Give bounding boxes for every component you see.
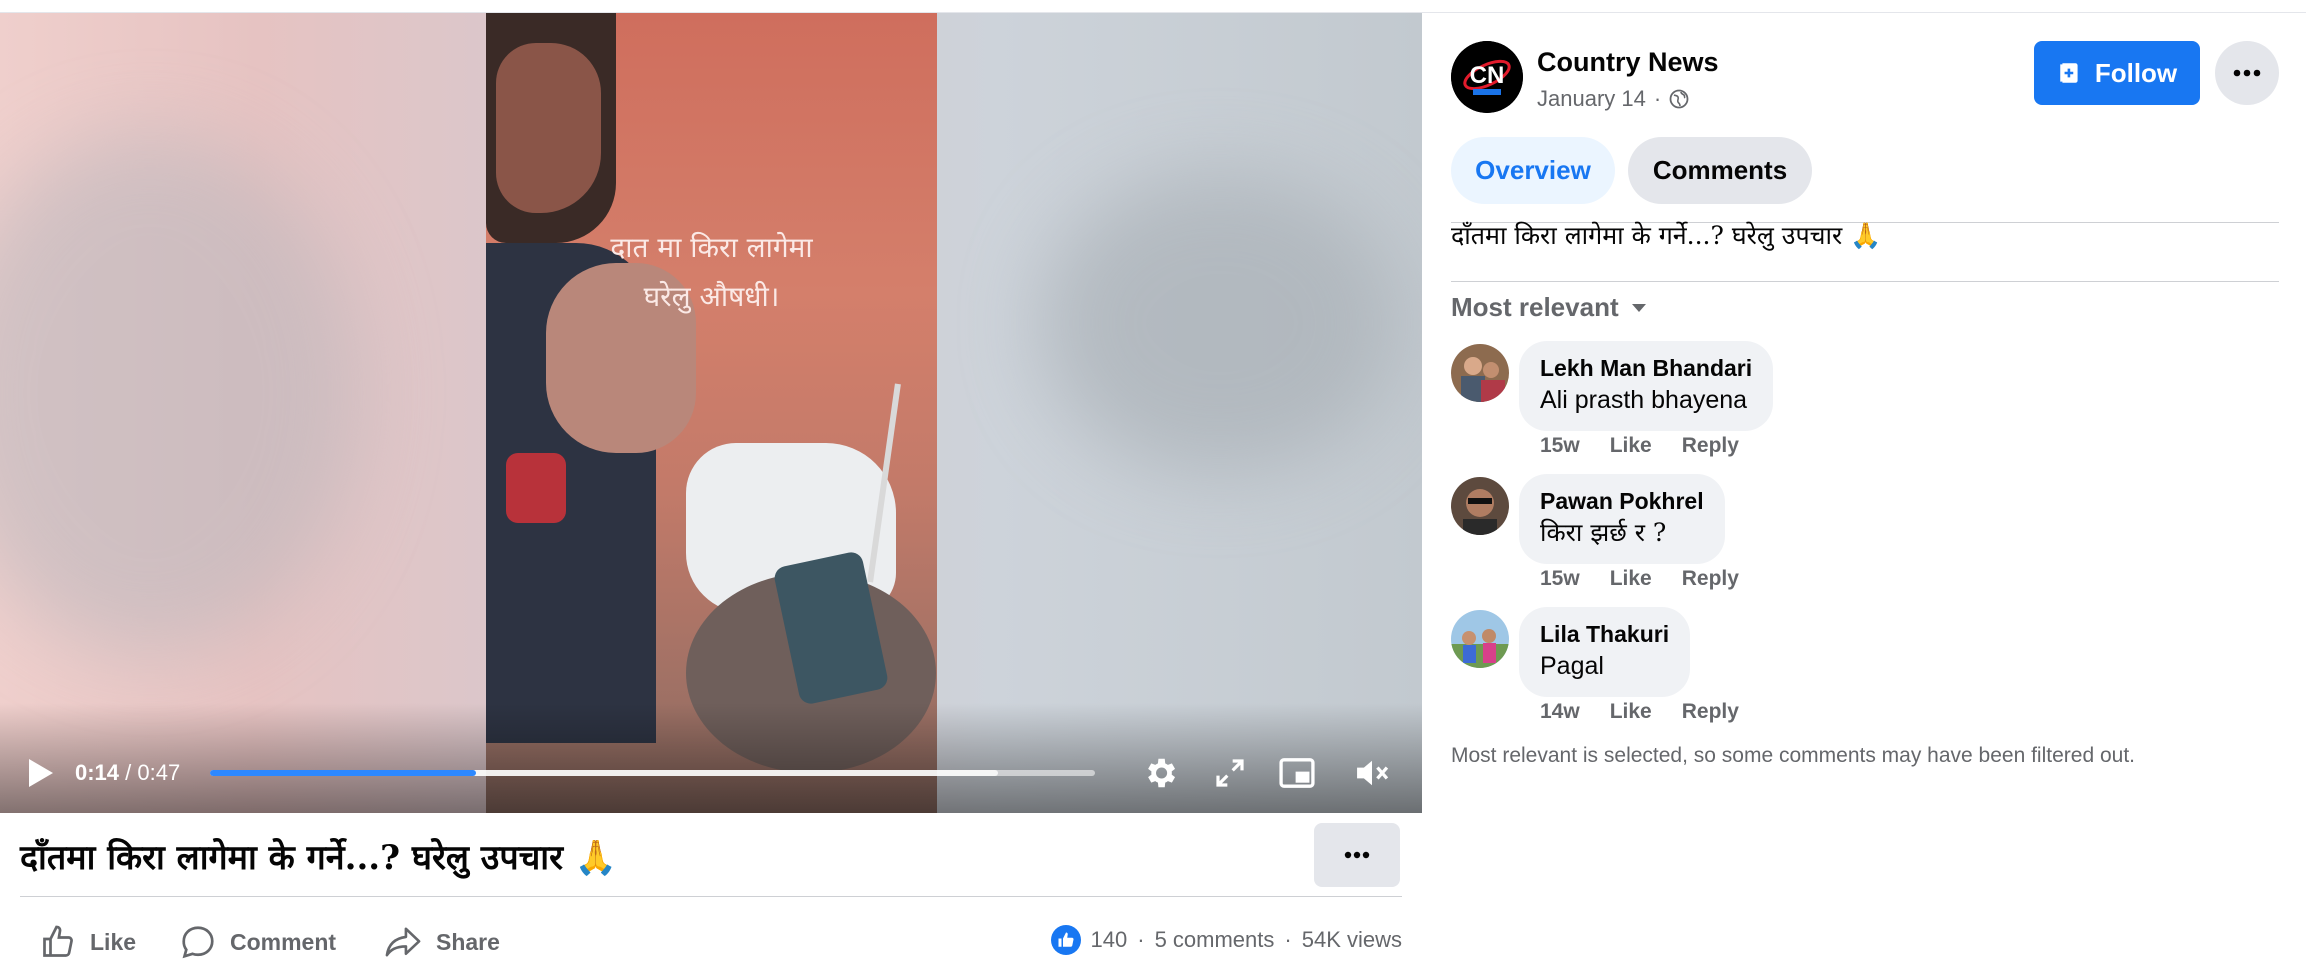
stats-dot: · [1137,927,1145,952]
comment-time[interactable]: 14w [1540,700,1580,724]
picture-in-picture-button[interactable] [1275,753,1319,793]
comment-sort-dropdown[interactable]: Most relevant [1451,292,1647,323]
caret-down-icon [1631,303,1646,312]
video-overlay-text: दात मा किरा लागेमा घरेलु औषधी। [486,223,937,321]
commenter-avatar[interactable] [1451,344,1509,402]
comment-bubble: Lila Thakuri Pagal [1519,607,1691,697]
overlay-line-1: दात मा किरा लागेमा [610,231,813,264]
background-blur [1040,173,1400,473]
share-arrow-icon [385,927,421,957]
duration: 0:47 [137,760,181,785]
bangle [506,453,566,523]
comment-button[interactable]: Comment [180,920,336,964]
filter-notice: Most relevant is selected, so some comme… [1451,744,2135,767]
stats-dot: · [1284,927,1292,952]
post-meta: January 14 · [1537,86,1689,112]
view-count: 54K views [1301,927,1402,952]
post-title: दाँतमा किरा लागेमा के गर्ने...? घरेलु उप… [20,838,618,878]
speaker-muted-icon [1357,760,1389,786]
svg-text:CN: CN [1470,62,1505,89]
gear-icon [1148,758,1176,788]
person-face [496,43,601,213]
post-stats: 140 · 5 comments · 54K views [1050,925,1402,955]
more-dots-icon [1344,851,1370,859]
commenter-avatar[interactable] [1451,610,1509,668]
sort-label: Most relevant [1451,292,1619,322]
comment-reply-button[interactable]: Reply [1682,700,1739,724]
comment-actions: 15w Like Reply [1540,567,1739,591]
thumbs-up-icon [43,925,73,957]
comment-actions: 14w Like Reply [1540,700,1739,724]
comment-label: Comment [230,928,337,955]
commenter-name[interactable]: Lila Thakuri [1540,619,1669,649]
country-news-logo: CN [1451,41,1523,113]
comment-bubble: Pawan Pokhrel किरा झर्छ र ? [1519,474,1725,564]
share-button[interactable]: Share [384,920,500,964]
comment-like-button[interactable]: Like [1610,434,1652,458]
comment-bubble: Lekh Man Bhandari Ali prasth bhayena [1519,341,1774,431]
comment-like-button[interactable]: Like [1610,567,1652,591]
post-date[interactable]: January 14 [1537,86,1646,112]
comment-reply-button[interactable]: Reply [1682,434,1739,458]
post-more-button[interactable] [1314,823,1400,887]
comment-text: Ali prasth bhayena [1540,386,1748,414]
tab-comments[interactable]: Comments [1628,137,1812,204]
share-label: Share [436,928,500,955]
video-player[interactable]: दात मा किरा लागेमा घरेलु औषधी। 0:14 / 0:… [0,13,1422,813]
fullscreen-button[interactable] [1208,753,1252,793]
comment-actions: 15w Like Reply [1540,434,1739,458]
divider [1451,281,2279,282]
like-label: Like [90,928,137,955]
more-dots-icon [2233,69,2261,77]
follow-button[interactable]: Follow [2034,41,2200,105]
meta-dot: · [1653,86,1662,111]
comment-reply-button[interactable]: Reply [1682,567,1739,591]
commenter-name[interactable]: Pawan Pokhrel [1540,486,1704,516]
time-display: 0:14 / 0:47 [75,759,180,787]
reaction-count[interactable]: 140 [1091,927,1128,953]
post-caption: दाँतमा किरा लागेमा के गर्ने...? घरेलु उप… [1451,221,1882,250]
header-more-button[interactable] [2215,41,2279,105]
background-blur [0,133,360,653]
comment-time[interactable]: 15w [1540,434,1580,458]
expand-icon [1216,759,1244,787]
post-viewer: दात मा किरा लागेमा घरेलु औषधी। 0:14 / 0:… [0,0,2306,978]
globe-icon [1669,89,1689,109]
time-separator: / [125,760,132,785]
settings-button[interactable] [1138,753,1182,793]
play-button[interactable] [20,753,60,793]
like-button[interactable]: Like [40,920,136,964]
tab-overview[interactable]: Overview [1451,137,1615,204]
comment-bubble-icon [182,926,214,959]
pip-icon [1279,758,1315,788]
comment-text: Pagal [1540,652,1604,680]
current-time: 0:14 [75,760,120,785]
page-name[interactable]: Country News [1537,47,1719,78]
comment-count[interactable]: 5 comments [1155,927,1275,953]
comment-time[interactable]: 15w [1540,567,1580,591]
video-frame: दात मा किरा लागेमा घरेलु औषधी। [486,13,937,813]
commenter-avatar[interactable] [1451,477,1509,535]
played-bar [210,770,476,776]
comment-like-button[interactable]: Like [1610,700,1652,724]
mute-button[interactable] [1350,753,1394,793]
progress-bar[interactable] [210,770,1095,776]
follow-page-icon [2060,63,2078,83]
follow-label: Follow [2094,57,2178,88]
play-icon [29,759,53,787]
divider [20,896,1402,897]
like-reaction-icon [1050,925,1081,955]
top-border [0,0,2306,13]
commenter-name[interactable]: Lekh Man Bhandari [1540,353,1752,383]
page-avatar[interactable]: CN [1451,41,1523,113]
overlay-line-2: घरेलु औषधी। [643,280,780,313]
comment-text: किरा झर्छ र ? [1540,518,1667,547]
